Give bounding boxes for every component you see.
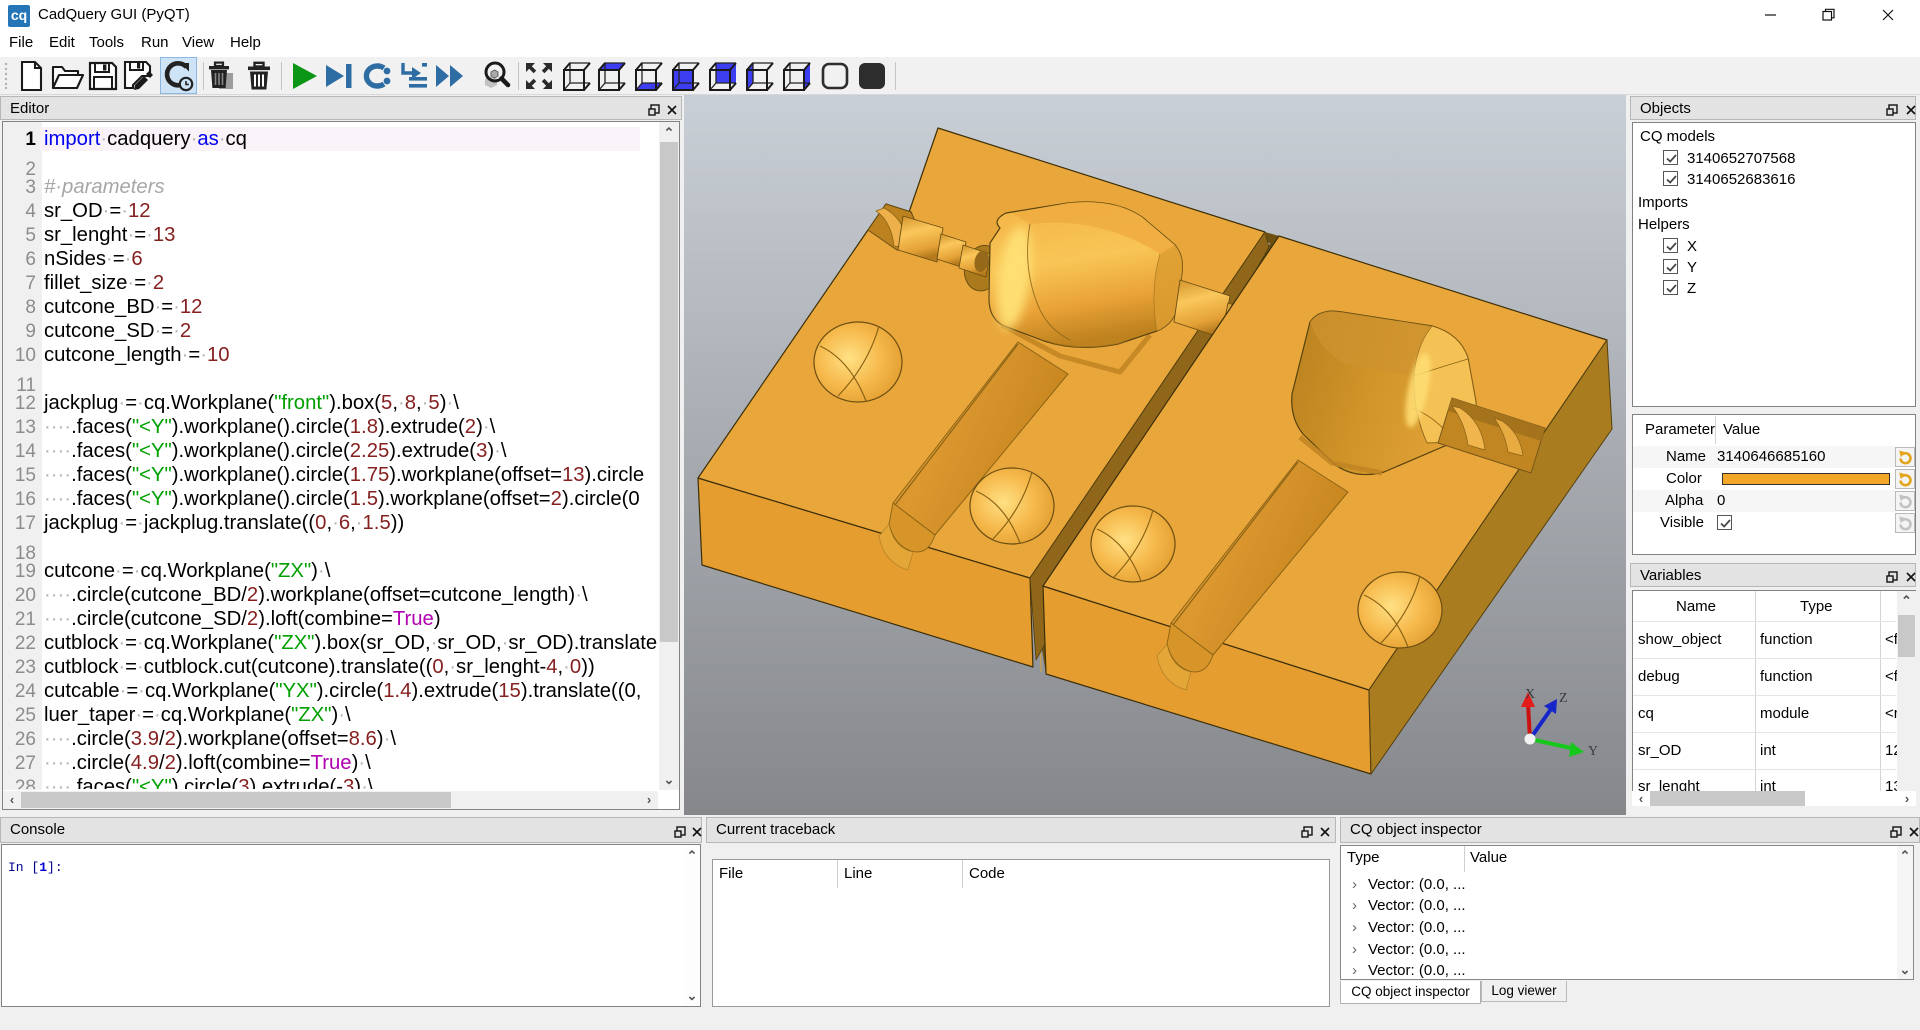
svg-text:Y: Y [1588,744,1598,759]
svg-text:X: X [1525,687,1535,702]
svg-text:Z: Z [1559,691,1568,706]
